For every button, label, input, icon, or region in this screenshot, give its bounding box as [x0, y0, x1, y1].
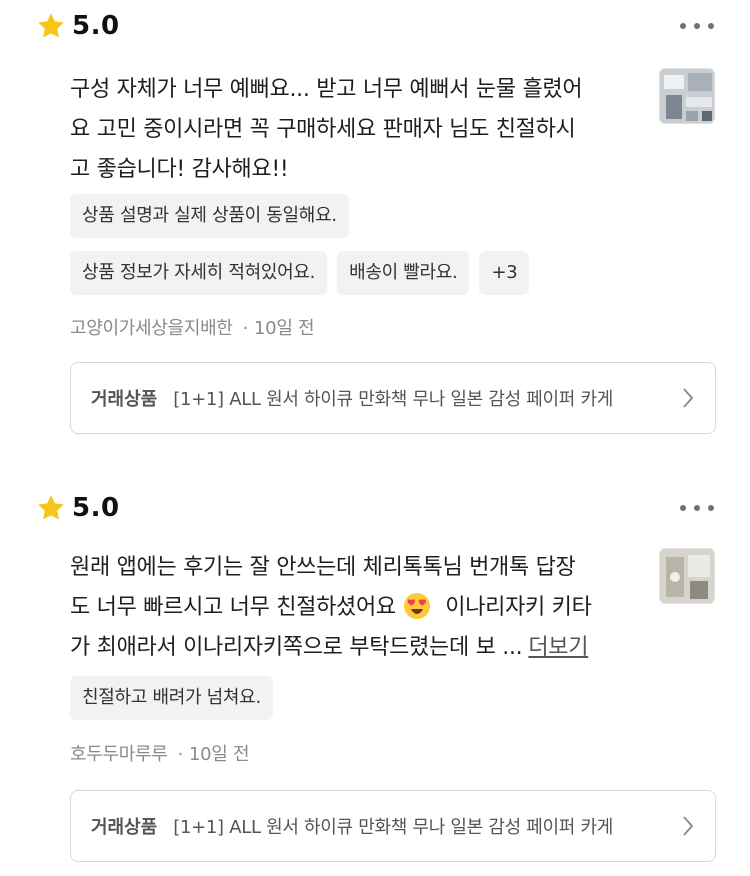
- more-options-button[interactable]: [676, 496, 718, 520]
- author-name[interactable]: 호두두마루루: [70, 744, 168, 765]
- photo-icon: [660, 549, 714, 603]
- rating: 5.0: [36, 6, 120, 46]
- more-tags-button[interactable]: +3: [479, 251, 530, 295]
- review-tag: 친절하고 배려가 넘쳐요.: [70, 676, 273, 720]
- photo-icon: [660, 69, 714, 123]
- dot-icon: [694, 23, 700, 29]
- product-card[interactable]: 거래상품 [1+1] ALL 원서 하이큐 만화책 무나 일본 감성 페이퍼 카…: [70, 790, 716, 862]
- review-meta: 호두두마루루 · 10일 전: [70, 744, 250, 765]
- chevron-right-icon: [683, 388, 694, 408]
- review-text-line: 요 고민 중이시라면 꼭 구매하세요 판매자 님도 친절하시: [70, 117, 576, 142]
- product-name: [1+1] ALL 원서 하이큐 만화책 무나 일본 감성 페이퍼 카게: [173, 389, 613, 410]
- product-name: [1+1] ALL 원서 하이큐 만화책 무나 일본 감성 페이퍼 카게: [173, 817, 613, 838]
- review-tags: 상품 설명과 실제 상품이 동일해요. 상품 정보가 자세히 적혀있어요. 배송…: [70, 194, 690, 308]
- review-text-line: 고 좋습니다! 감사해요!!: [70, 157, 289, 182]
- rating: 5.0: [36, 488, 120, 528]
- review-tag: 배송이 빨라요.: [337, 251, 470, 295]
- product-label: 거래상품: [91, 817, 158, 838]
- review-tag: 상품 정보가 자세히 적혀있어요.: [70, 251, 328, 295]
- product-card[interactable]: 거래상품 [1+1] ALL 원서 하이큐 만화책 무나 일본 감성 페이퍼 카…: [70, 362, 716, 434]
- review-time: 10일 전: [254, 318, 315, 339]
- rating-value: 5.0: [72, 493, 120, 523]
- review-photo-thumbnail[interactable]: [659, 548, 715, 604]
- review-item: 5.0 원래 앱에는 후기는 잘 안쓰는데 체리톡톡님 번개톡 답장 도 너무 …: [0, 488, 750, 876]
- review-text: 구성 자체가 너무 예뻐요... 받고 너무 예뻐서 눈물 흘렸어 요 고민 중…: [70, 70, 630, 190]
- review-text: 원래 앱에는 후기는 잘 안쓰는데 체리톡톡님 번개톡 답장 도 너무 빠르시고…: [70, 548, 630, 668]
- dot-icon: [694, 505, 700, 511]
- review-text-line: 도 너무 빠르시고 너무 친절하셨어요 이나리자키 키타: [70, 588, 630, 628]
- review-meta: 고양이가세상을지배한 · 10일 전: [70, 318, 315, 339]
- product-label: 거래상품: [91, 389, 158, 410]
- dot-icon: [708, 505, 714, 511]
- review-text-line: 가 최애라서 이나리자키쪽으로 부탁드렸는데 보 ... 더보기: [70, 635, 589, 660]
- dot-icon: [708, 23, 714, 29]
- author-name[interactable]: 고양이가세상을지배한: [70, 318, 233, 339]
- review-tags: 친절하고 배려가 넘쳐요.: [70, 676, 690, 733]
- review-tag: 상품 설명과 실제 상품이 동일해요.: [70, 194, 349, 238]
- star-icon: [38, 13, 64, 38]
- review-item: 5.0 구성 자체가 너무 예뻐요... 받고 너무 예뻐서 눈물 흘렸어 요 …: [0, 6, 750, 446]
- dot-icon: [680, 23, 686, 29]
- heart-eyes-emoji-icon: [403, 593, 430, 619]
- review-photo-thumbnail[interactable]: [659, 68, 715, 124]
- chevron-right-icon: [683, 816, 694, 836]
- rating-value: 5.0: [72, 11, 120, 41]
- read-more-link[interactable]: 더보기: [528, 635, 588, 660]
- star-icon: [38, 495, 64, 520]
- review-text-line: 구성 자체가 너무 예뻐요... 받고 너무 예뻐서 눈물 흘렸어: [70, 77, 583, 102]
- review-text-line: 원래 앱에는 후기는 잘 안쓰는데 체리톡톡님 번개톡 답장: [70, 555, 576, 580]
- more-options-button[interactable]: [676, 14, 718, 38]
- dot-icon: [680, 505, 686, 511]
- review-time: 10일 전: [188, 744, 250, 765]
